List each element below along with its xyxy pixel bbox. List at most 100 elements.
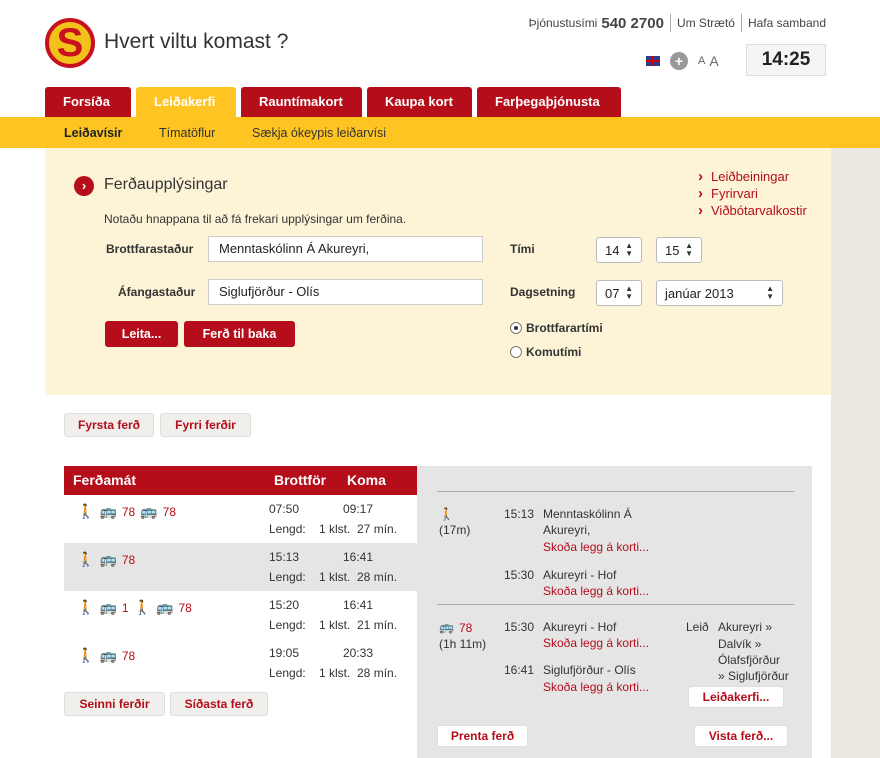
tab-farthegathjonusta[interactable]: Farþegaþjónusta (477, 87, 621, 117)
route-map-button[interactable]: Leiðakerfi... (688, 686, 784, 708)
leg-stop: Akureyri - Hof (543, 568, 617, 582)
trip-length: 1 klst. 21 mín. (319, 618, 398, 632)
trip-length: 1 klst. 28 mín. (319, 666, 398, 680)
bus-duration: (1h 11m) (439, 637, 487, 651)
bus-icon: 🚌 (156, 599, 174, 615)
time-label: Tími (510, 242, 535, 256)
print-trip-button[interactable]: Prenta ferð (437, 725, 528, 747)
header-trip: Ferðamát (73, 472, 137, 488)
link-leidbeiningar[interactable]: Leiðbeiningar (698, 168, 807, 185)
result-row-selected[interactable]: 🚶 🚌 78 15:13 16:41 Lengd: 1 klst. 28 mín. (64, 543, 417, 591)
month-select[interactable]: janúar 2013 ▲ ▼ (656, 280, 783, 306)
route-number: 78 (121, 648, 136, 663)
radio-departure[interactable]: Brottfarartími (510, 321, 603, 335)
main-tabs: Forsíða Leiðakerfi Rauntímakort Kaupa ko… (45, 87, 621, 117)
route-number: 78 (121, 504, 136, 519)
contact-link[interactable]: Hafa samband (748, 16, 826, 30)
link-fyrirvari[interactable]: Fyrirvari (698, 185, 807, 202)
from-input[interactable]: Menntaskólinn Á Akureyri, (208, 236, 483, 262)
leg-stop: Akureyri, (543, 523, 591, 537)
form-note: Notaðu hnappana til að fá frekari upplýs… (104, 212, 407, 226)
sub-nav-bar (0, 117, 880, 148)
minute-select[interactable]: 15 ▲ ▼ (656, 237, 702, 263)
day-select[interactable]: 07 ▲ ▼ (596, 280, 642, 306)
hour-select[interactable]: 14 ▲ ▼ (596, 237, 642, 263)
subnav-timatoflur[interactable]: Tímatöflur (159, 126, 215, 140)
clock: 14:25 (746, 44, 826, 76)
results-header: Ferðamát Brottför Koma (64, 466, 417, 495)
return-trip-button[interactable]: Ferð til baka (184, 321, 295, 347)
help-links: Leiðbeiningar Fyrirvari Viðbótarvalkosti… (698, 168, 807, 219)
map-leg-link[interactable]: Skoða legg á korti... (543, 583, 649, 599)
leg-time: 15:30 (504, 620, 535, 634)
route-number: 78 (121, 552, 136, 567)
route-number: 78 (162, 504, 177, 519)
phone-number: 540 2700 (601, 14, 664, 32)
header-arrival: Koma (347, 472, 386, 488)
leg-stop: Menntaskólinn Á (543, 507, 632, 521)
walk-icon: 🚶 (77, 599, 95, 615)
tab-leidakerfi[interactable]: Leiðakerfi (136, 87, 236, 117)
result-row[interactable]: 🚶 🚌 78 🚌 78 07:50 09:17 Lengd: 1 klst. 27 mí… (64, 495, 417, 543)
leg-time: 15:13 (504, 507, 535, 521)
walk-icon: 🚶 (77, 503, 95, 519)
top-links: Þjónustusími 540 2700 Um Strætó Hafa sam… (529, 14, 826, 32)
leg-time: 16:41 (504, 663, 535, 677)
subnav-saekja[interactable]: Sækja ókeypis leiðarvísi (252, 126, 386, 140)
trip-length: 1 klst. 27 mín. (319, 522, 398, 536)
chevron-right-icon: › (74, 176, 94, 196)
departure-time: 07:50 (269, 502, 300, 516)
accessibility-plus-icon[interactable]: + (670, 52, 688, 70)
trip-detail-panel: 🚶 (17m) 15:13 Menntaskólinn Á Akureyri, … (417, 466, 812, 758)
header-departure: Brottför (274, 472, 327, 488)
map-leg-link[interactable]: Skoða legg á korti... (543, 539, 649, 555)
right-margin (831, 148, 880, 758)
later-trips-button[interactable]: Seinni ferðir (64, 692, 165, 716)
map-leg-link[interactable]: Skoða legg á korti... (543, 679, 649, 695)
length-label: Lengd: (269, 570, 306, 584)
route-label: Leið (686, 620, 709, 634)
first-trip-button[interactable]: Fyrsta ferð (64, 413, 154, 437)
tab-forsida[interactable]: Forsíða (45, 87, 131, 117)
to-input[interactable]: Siglufjörður - Olís (208, 279, 483, 305)
earlier-trips-button[interactable]: Fyrri ferðir (160, 413, 251, 437)
to-label: Áfangastaður (118, 285, 196, 299)
date-label: Dagsetning (510, 285, 576, 299)
trip-length: 1 klst. 28 mín. (319, 570, 398, 584)
route-stop: Dalvík » (718, 637, 762, 651)
link-vidbotarvalkostir[interactable]: Viðbótarvalkostir (698, 202, 807, 219)
bus-icon: 🚌 (99, 503, 117, 519)
route-number: 1 (121, 600, 129, 615)
straeto-logo[interactable]: S (45, 18, 95, 68)
last-trip-button[interactable]: Síðasta ferð (170, 692, 268, 716)
walk-icon: 🚶 (77, 551, 95, 567)
tab-rauntimakort[interactable]: Rauntímakort (241, 87, 362, 117)
bus-icon: 🚌 (439, 620, 454, 634)
length-label: Lengd: (269, 666, 306, 680)
result-row[interactable]: 🚶 🚌 78 19:05 20:33 Lengd: 1 klst. 28 mín. (64, 639, 417, 687)
english-flag-icon[interactable] (646, 56, 660, 66)
leg-stop: Siglufjörður - Olís (543, 663, 636, 677)
radio-arrival[interactable]: Komutími (510, 345, 581, 359)
leg-stop: Akureyri - Hof (543, 620, 617, 634)
subnav-leidavisir[interactable]: Leiðavísir (64, 126, 122, 140)
form-title: Ferðaupplýsingar (104, 176, 228, 193)
result-row[interactable]: 🚶 🚌 1 🚶 🚌 78 15:20 16:41 Lengd: 1 klst. 21 mí… (64, 591, 417, 639)
about-link[interactable]: Um Strætó (677, 16, 735, 30)
save-trip-button[interactable]: Vista ferð... (694, 725, 788, 747)
bus-icon: 🚌 (99, 599, 117, 615)
map-leg-link[interactable]: Skoða legg á korti... (543, 635, 649, 651)
search-button[interactable]: Leita... (105, 321, 178, 347)
font-large-button[interactable]: A (709, 53, 718, 69)
walk-icon: 🚶 (77, 647, 95, 663)
walk-icon: 🚶 (133, 599, 151, 615)
length-label: Lengd: (269, 522, 306, 536)
font-small-button[interactable]: A (698, 55, 705, 67)
arrival-time: 16:41 (343, 550, 374, 564)
route-number: 78 (459, 621, 473, 635)
tab-kaupa-kort[interactable]: Kaupa kort (367, 87, 472, 117)
tagline: Hvert viltu komast ? (104, 30, 289, 53)
bus-icon: 🚌 (99, 551, 117, 567)
length-label: Lengd: (269, 618, 306, 632)
bus-icon: 🚌 (99, 647, 117, 663)
